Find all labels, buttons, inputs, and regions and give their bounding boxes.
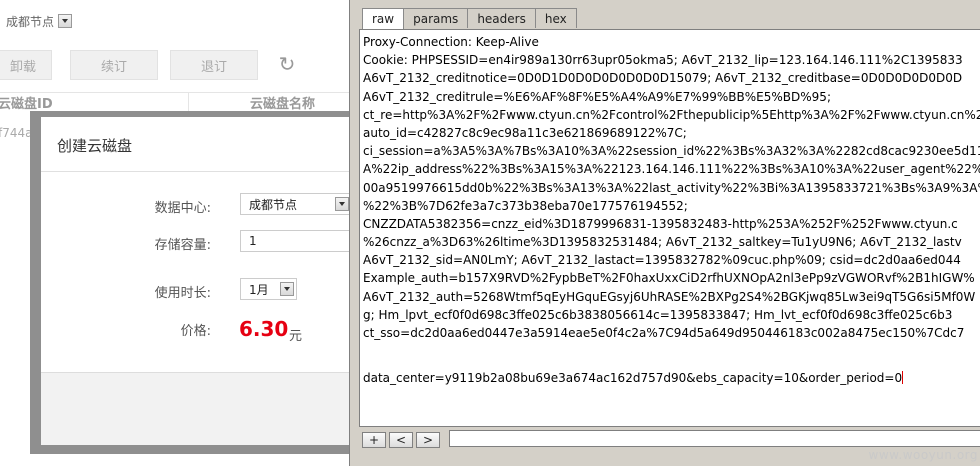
duration-value: 1月	[249, 282, 269, 297]
price-unit: 元	[289, 329, 303, 344]
request-line: ci_session=a%3A5%3A%7Bs%3A10%3A%22sessio…	[363, 144, 980, 159]
request-line: Cookie: PHPSESSID=en4ir989a130rr63upr05o…	[363, 53, 963, 68]
capacity-label: 存储容量:	[154, 238, 211, 253]
request-line: g; Hm_lpvt_ecf0f0d698c3ffe025c6b38380566…	[363, 307, 953, 322]
request-line: A6vT_2132_sid=AN0LmY; A6vT_2132_lastact=…	[363, 253, 961, 268]
tab-raw[interactable]: raw	[362, 8, 405, 29]
chevron-down-icon[interactable]	[280, 282, 294, 296]
chevron-down-icon[interactable]	[335, 197, 349, 211]
tab-headers[interactable]: headers	[467, 8, 536, 28]
request-line: CNZZDATA5382356=cnzz_eid%3D1879996831-13…	[363, 216, 958, 231]
duration-select[interactable]: 1月	[240, 278, 297, 300]
search-input[interactable]	[449, 430, 980, 447]
add-button[interactable]: +	[362, 432, 386, 448]
data-center-select[interactable]: 成都节点	[240, 193, 352, 215]
table-cell-disk-id: f744a	[0, 126, 33, 140]
request-line: Proxy-Connection: Keep-Alive	[363, 35, 539, 49]
tab-hex[interactable]: hex	[534, 8, 577, 28]
region-select[interactable]: 成都节点	[0, 11, 73, 31]
request-editor-window: raw params headers hex Proxy-Connection:…	[349, 0, 980, 466]
price-value: 6.30	[239, 317, 289, 341]
request-line: %26cnzz_a%3D63%26ltime%3D1395832531484; …	[363, 235, 962, 250]
unsubscribe-button[interactable]: 退订	[170, 50, 258, 80]
chevron-down-icon[interactable]	[58, 14, 73, 28]
request-line: A6vT_2132_creditrule=%E6%AF%8F%E5%A4%A9%…	[363, 89, 831, 104]
request-line: Example_auth=b157X9RVD%2FypbBeT%2F0haxUx…	[363, 271, 975, 286]
editor-toolbar: + < >	[362, 431, 443, 449]
previous-button[interactable]: <	[389, 432, 413, 448]
next-button[interactable]: >	[416, 432, 440, 448]
price-label: 价格:	[180, 324, 211, 339]
request-line: A%22ip_address%22%3Bs%3A15%3A%22123.164.…	[363, 162, 980, 177]
request-line: ct_re=http%3A%2F%2Fwww.ctyun.cn%2Fcontro…	[363, 107, 980, 122]
data-center-value: 成都节点	[249, 197, 298, 212]
renew-button[interactable]: 续订	[70, 50, 158, 80]
dialog-body: 创建云磁盘 数据中心: 成都节点 存储容量: 1 使用时长: 1月 价格: 6.…	[41, 117, 360, 445]
request-body-text: data_center=y9119b2a08bu69e3a674ac162d75…	[363, 371, 903, 386]
tab-params[interactable]: params	[403, 8, 469, 28]
request-line: 00a9519976615dd0b%22%3Bs%3A13%3A%22last_…	[363, 180, 980, 195]
duration-label: 使用时长:	[154, 286, 211, 301]
text-caret	[902, 371, 904, 385]
dialog-divider	[41, 171, 360, 172]
dialog-footer	[41, 372, 360, 445]
watermark: www.wooyun.org	[868, 448, 978, 462]
data-center-label: 数据中心:	[154, 201, 211, 216]
request-line: auto_id=c42827c8c9ec98a11c3e621869689122…	[363, 125, 687, 140]
detach-button[interactable]: 卸载	[0, 50, 52, 80]
editor-tabs: raw params headers hex	[362, 8, 577, 29]
request-line: %22%3B%7D62fe3a7c373b38eba70e17757619455…	[363, 198, 688, 213]
request-body-line: data_center=y9119b2a08bu69e3a674ac162d75…	[363, 369, 980, 387]
raw-request-textarea[interactable]: Proxy-Connection: Keep-Alive Cookie: PHP…	[359, 29, 980, 427]
capacity-input[interactable]: 1	[240, 230, 352, 252]
refresh-icon[interactable]: ↻	[276, 53, 298, 75]
dialog-title: 创建云磁盘	[57, 137, 133, 155]
request-line: A6vT_2132_auth=5268Wtmf5qEyHGquEGsyj6UhR…	[363, 289, 976, 304]
request-line: ct_sso=dc2d0aa6ed0447e3a5914eae5e0f4c2a%…	[363, 326, 965, 340]
capacity-value: 1	[249, 234, 257, 248]
request-line: A6vT_2132_creditnotice=0D0D1D0D0D0D0D0D0…	[363, 71, 963, 86]
region-select-value: 成都节点	[6, 14, 55, 29]
create-disk-dialog: 创建云磁盘 数据中心: 成都节点 存储容量: 1 使用时长: 1月 价格: 6.…	[30, 111, 360, 454]
